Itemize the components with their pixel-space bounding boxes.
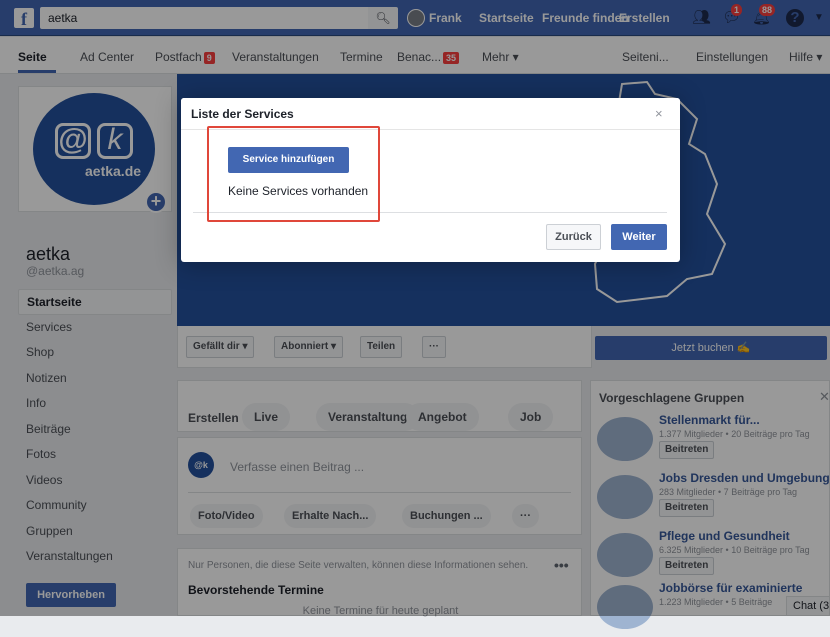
close-icon[interactable]: ×: [655, 106, 663, 121]
highlight-box: [207, 126, 380, 222]
back-button[interactable]: Zurück: [546, 224, 601, 250]
modal-overlay[interactable]: [0, 0, 830, 616]
next-button[interactable]: Weiter: [611, 224, 667, 250]
dialog-title: Liste der Services: [191, 107, 294, 121]
